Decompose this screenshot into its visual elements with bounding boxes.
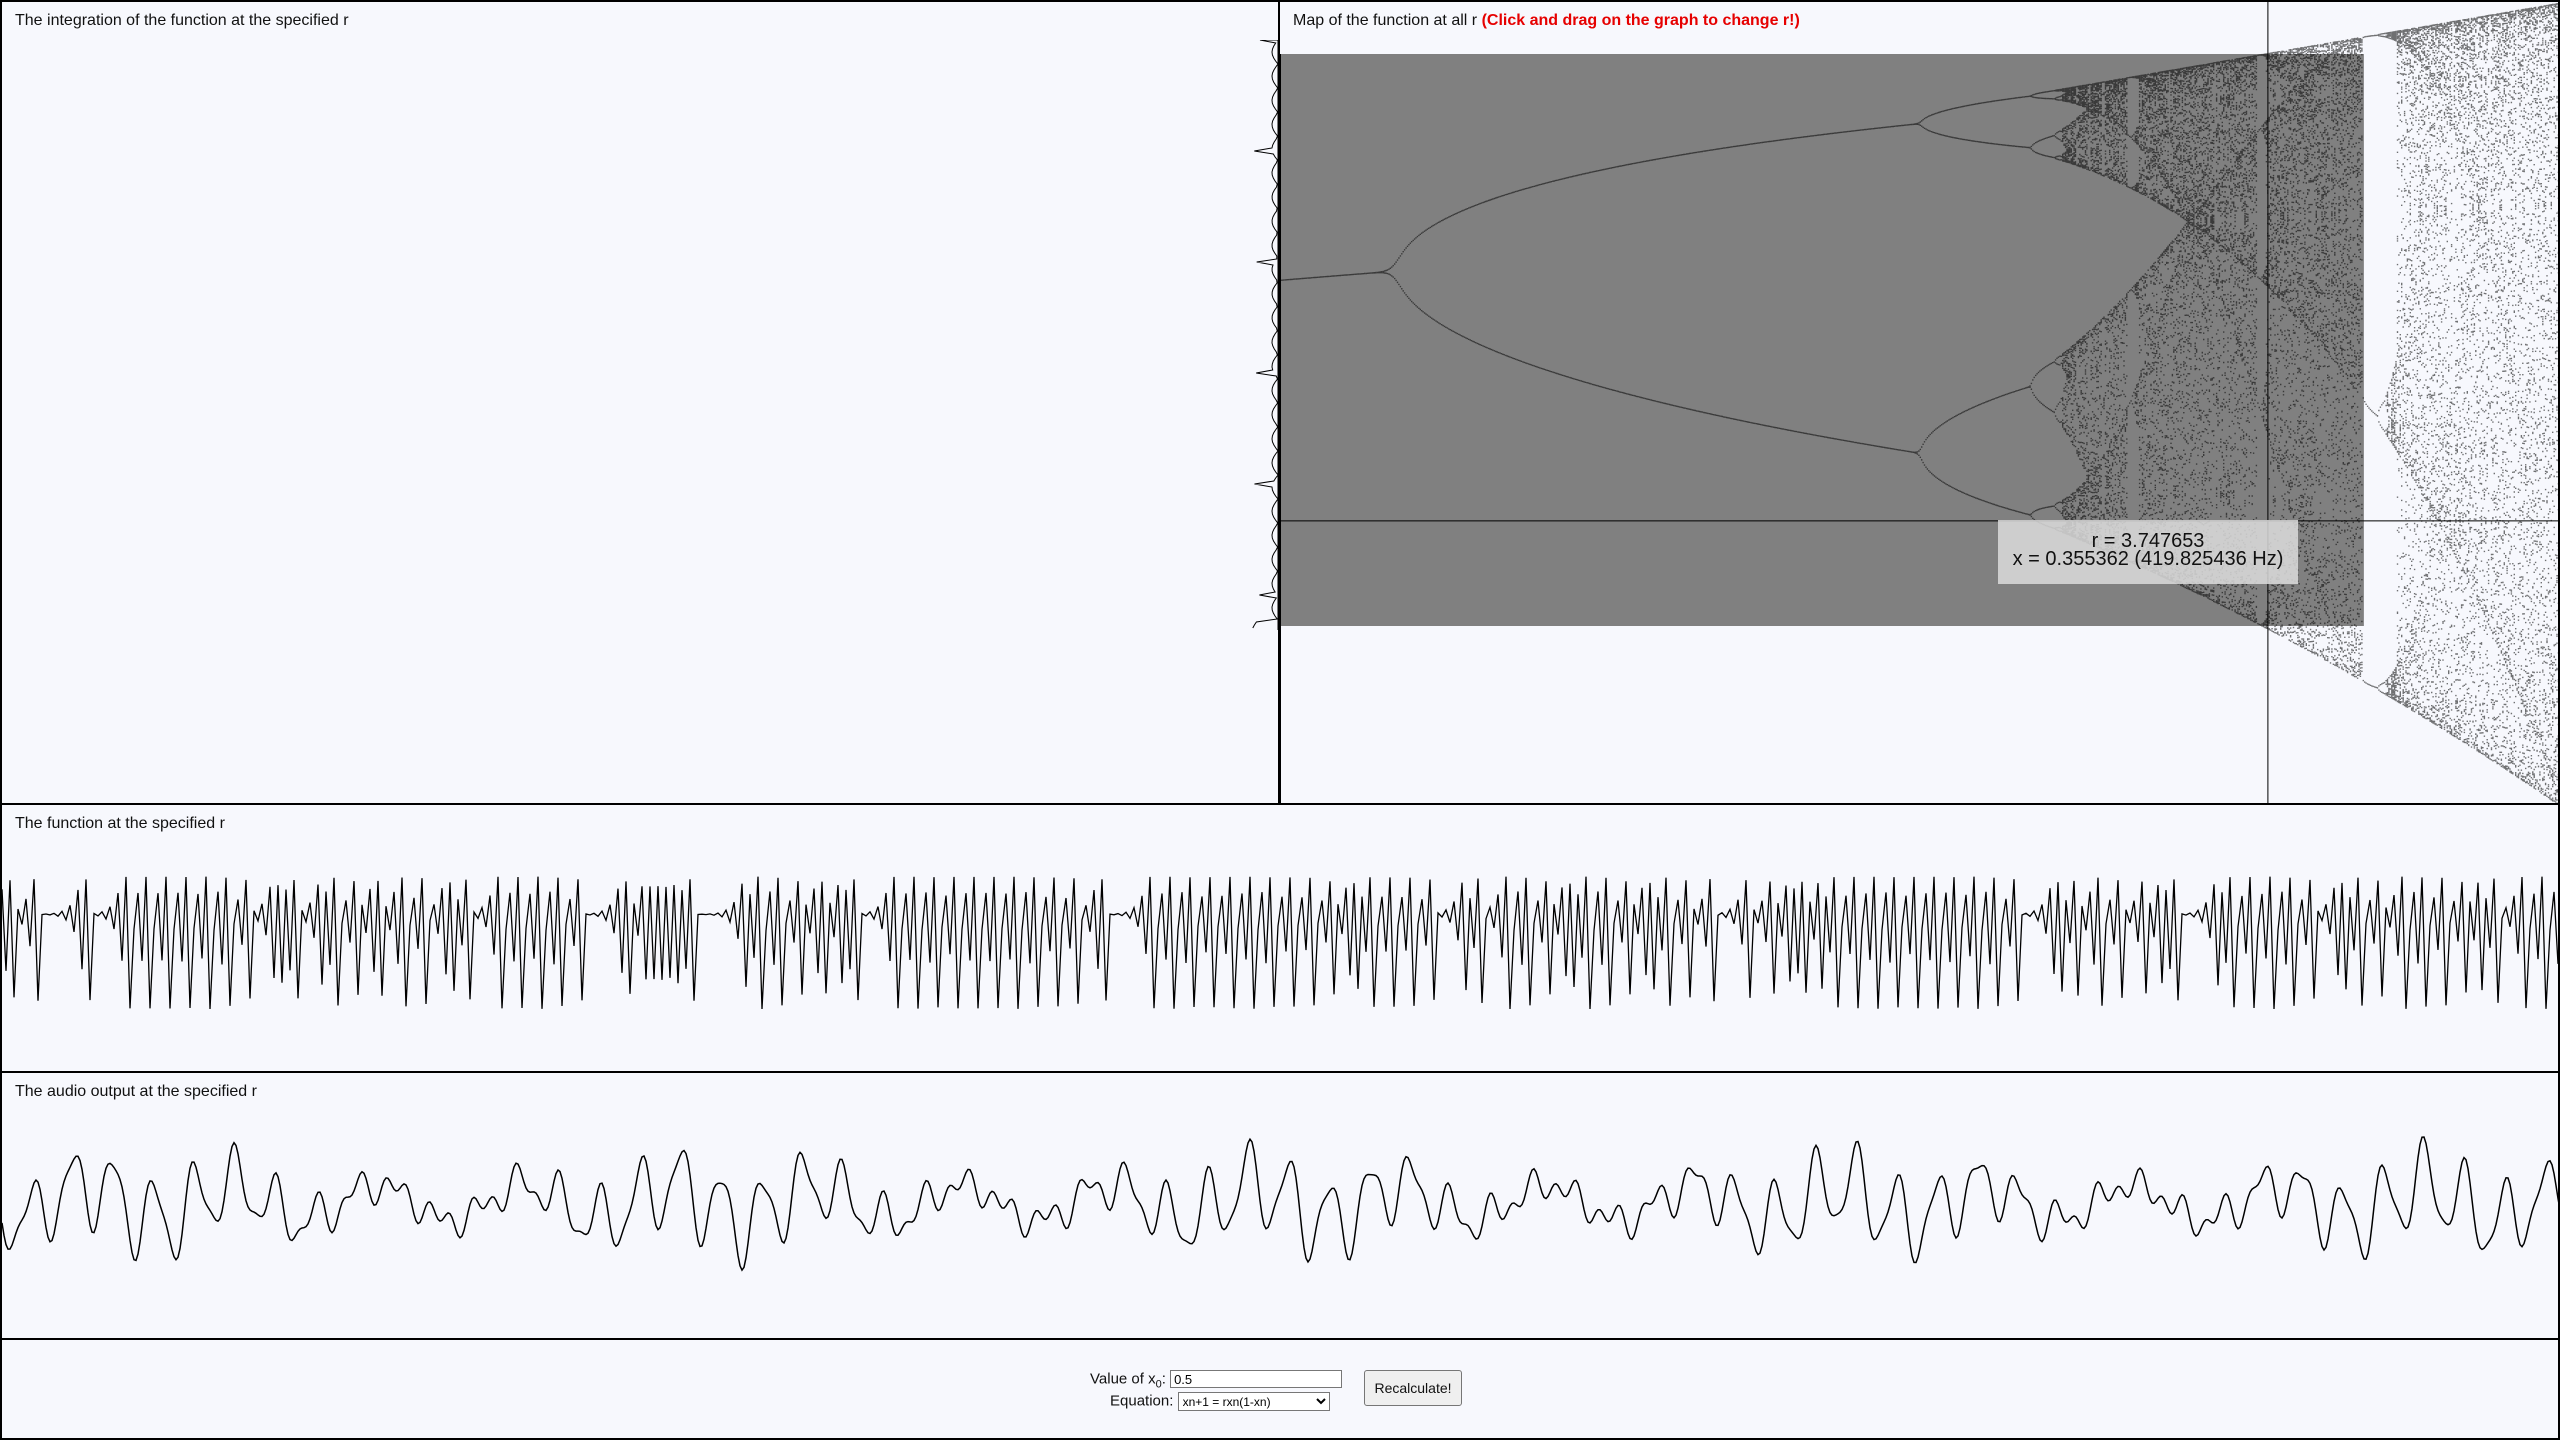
x0-row: Value of x0: [1090, 1370, 1343, 1391]
function-waveform [2, 876, 2558, 1010]
x0-label: Value of x [1090, 1370, 1156, 1388]
equation-label: Equation: [1110, 1392, 1174, 1410]
r-x-readout: r = 3.747653 x = 0.355362 (419.825436 Hz… [1998, 520, 2298, 584]
map-title-text: Map of the function at all r [1293, 12, 1478, 29]
audio-panel: The audio output at the specified r [0, 1071, 2560, 1341]
bifurcation-map-panel[interactable]: Map of the function at all r (Click and … [1278, 0, 2560, 805]
audio-waveform [2, 1136, 2558, 1272]
equation-row: Equation: xn+1 = rxn(1-xn) [1110, 1392, 1330, 1411]
x0-input[interactable] [1170, 1370, 1343, 1388]
integration-title: The integration of the function at the s… [12, 10, 352, 32]
controls-bar: Value of x0: Equation: xn+1 = rxn(1-xn) … [0, 1338, 2560, 1440]
map-drag-hint: (Click and drag on the graph to change r… [1481, 12, 1800, 29]
function-panel: The function at the specified r [0, 803, 2560, 1073]
audio-title: The audio output at the specified r [12, 1081, 260, 1103]
function-trace [2, 876, 2558, 1010]
function-title: The function at the specified r [12, 813, 228, 835]
x0-colon: : [1161, 1370, 1166, 1388]
histogram-trace [1252, 40, 1280, 629]
integration-histogram [1252, 40, 1280, 630]
equation-select[interactable]: xn+1 = rxn(1-xn) [1177, 1392, 1330, 1411]
integration-panel: The integration of the function at the s… [0, 0, 1282, 805]
audio-trace [2, 1136, 2558, 1272]
x-readout: x = 0.355362 (419.825436 Hz) [2012, 548, 2284, 570]
recalculate-button[interactable]: Recalculate! [1364, 1370, 1462, 1406]
bifurcation-diagram[interactable] [1280, 2, 2560, 805]
map-title: Map of the function at all r (Click and … [1290, 10, 1803, 32]
